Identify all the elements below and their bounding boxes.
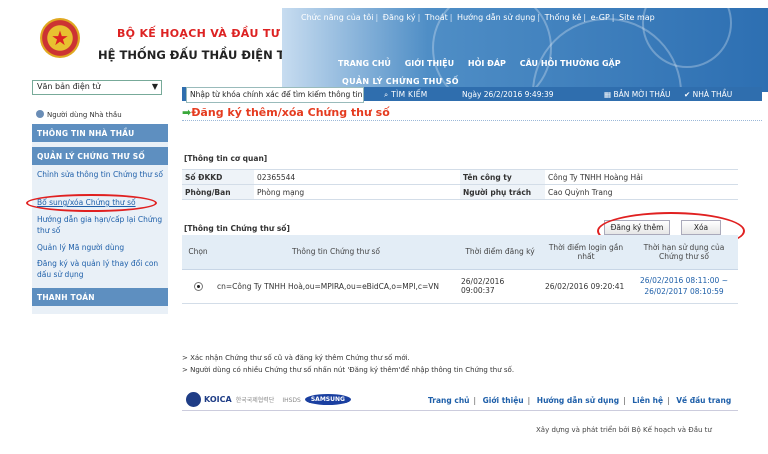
col-select: Chọn	[182, 235, 214, 270]
registered-cell: 26/02/2016 09:00:37	[458, 269, 542, 304]
divider	[182, 120, 762, 121]
search-button-label: TÌM KIẾM	[391, 90, 428, 99]
note-line: > Người dùng có nhiều Chứng thư số nhấn …	[182, 366, 515, 374]
national-emblem-icon: ★	[40, 18, 80, 58]
footer-credit: Xây dựng và phát triển bởi Bộ Kế hoạch v…	[536, 426, 712, 434]
main-nav: TRANG CHỦ GIỚI THIỆU HỎI ĐÁP CÂU HỎI THƯ…	[338, 59, 632, 73]
user-icon	[36, 110, 44, 118]
document-select-value: Văn bản điện tử	[37, 82, 101, 91]
search-button[interactable]: ⌕ TÌM KIẾM	[384, 90, 428, 100]
nav-about[interactable]: GIỚI THIỆU	[405, 59, 454, 68]
arrow-right-icon: ➡	[182, 106, 192, 119]
bidder-icon: ✔	[684, 90, 693, 99]
sub-nav[interactable]: QUẢN LÝ CHỨNG THƯ SỐ	[342, 77, 459, 86]
menu-statistics[interactable]: Thống kê	[545, 13, 582, 22]
person-value: Cao Quỳnh Trang	[545, 184, 738, 200]
menu-user-guide[interactable]: Hướng dẫn sử dụng	[457, 13, 535, 22]
current-datetime: Ngày 26/2/2016 9:49:39	[462, 90, 554, 99]
company-label: Tên công ty	[460, 169, 545, 185]
ihsds-logo: IHSDS	[282, 397, 301, 404]
footer-link-contact[interactable]: Liên hệ	[632, 396, 663, 405]
nav-faq[interactable]: CÂU HỎI THƯỜNG GẶP	[520, 59, 621, 68]
last-login-cell: 26/02/2016 09:20:41	[542, 269, 630, 304]
system-name: HỆ THỐNG ĐẤU THẦU ĐIỆN TỬ	[98, 48, 295, 62]
koica-logo-text: KOICA	[204, 395, 232, 404]
cert-radio[interactable]	[193, 281, 203, 291]
col-last-login: Thời điểm login gần nhất	[542, 235, 630, 270]
select-cell	[182, 269, 214, 304]
menu-my-functions[interactable]: Chức năng của tôi	[301, 13, 374, 22]
footer-link-home[interactable]: Trang chủ	[428, 396, 470, 405]
footer-link-top[interactable]: Về đầu trang	[676, 396, 731, 405]
footer-link-about[interactable]: Giới thiệu	[483, 396, 524, 405]
new-bid-label: BẢN MỜI THẦU	[613, 90, 671, 99]
so-dkkd-value: 02365544	[254, 169, 460, 185]
menu-sitemap[interactable]: Site map	[619, 13, 655, 22]
col-cert-info: Thông tin Chứng thư số	[214, 235, 458, 270]
menu-logout[interactable]: Thoát	[425, 13, 448, 22]
footer-links: Trang chủ | Giới thiệu | Hướng dẫn sử dụng…	[428, 396, 732, 405]
sidebar-section-bidder-info[interactable]: THÔNG TIN NHÀ THẦU	[32, 124, 168, 142]
sidebar-item-edit-cert[interactable]: Chỉnh sửa thông tin Chứng thư số	[37, 169, 165, 180]
sidebar-item-seal[interactable]: Đăng ký và quản lý thay đổi con dấu sử d…	[37, 258, 165, 280]
annotation-circle	[26, 194, 157, 212]
partner-logos: KOICA 한국국제협력단 IHSDS SAMSUNG	[186, 392, 351, 407]
cert-table: Chọn Thông tin Chứng thư số Thời điểm đă…	[182, 235, 738, 304]
sidebar-item-renew-guide[interactable]: Hướng dẫn gia hạn/cấp lại Chứng thư số	[37, 214, 165, 236]
note-line: > Xác nhận Chứng thư số cũ và đăng ký th…	[182, 354, 410, 362]
koica-subtext: 한국국제협력단	[235, 397, 275, 404]
chevron-down-icon: ▼	[151, 82, 158, 91]
ministry-name: BỘ KẾ HOẠCH VÀ ĐẦU TƯ	[117, 27, 281, 40]
samsung-logo: SAMSUNG	[304, 394, 351, 405]
validity-cell: 26/02/2016 08:11:00 ~ 26/02/2017 08:10:5…	[630, 269, 738, 304]
menu-register[interactable]: Đăng ký	[383, 13, 416, 22]
footer-link-guide[interactable]: Hướng dẫn sử dụng	[537, 396, 619, 405]
table-row: cn=Công Ty TNHH Hoà,ou=MPIRA,ou=eBidCA,o…	[182, 269, 738, 304]
page-title: ➡Đăng ký thêm/xóa Chứng thư số	[182, 106, 390, 119]
search-input[interactable]: Nhập từ khóa chính xác để tìm kiếm thông…	[186, 87, 364, 103]
nav-home[interactable]: TRANG CHỦ	[338, 59, 391, 68]
notes: > Xác nhận Chứng thư số cũ và đăng ký th…	[182, 352, 738, 376]
nav-qa[interactable]: HỎI ĐÁP	[468, 59, 506, 68]
bidder-link[interactable]: ✔ NHÀ THẦU	[684, 90, 732, 99]
col-validity: Thời hạn sử dụng của Chứng thư số	[630, 235, 738, 270]
sidebar-section-cert-management[interactable]: QUẢN LÝ CHỨNG THƯ SỐ	[32, 147, 168, 165]
sidebar-section-payment[interactable]: THANH TOÁN	[32, 288, 168, 306]
new-bid-link[interactable]: ▦ BẢN MỜI THẦU	[604, 90, 671, 99]
menu-egp[interactable]: e-GP	[591, 13, 610, 22]
cert-section-label: [Thông tin Chứng thư số]	[184, 224, 290, 233]
footer-divider	[182, 410, 738, 411]
org-section-label: [Thông tin cơ quan]	[184, 154, 268, 163]
so-dkkd-label: Số ĐKKD	[182, 169, 254, 185]
top-menu: Chức năng của tôi | Đăng ký | Thoát | Hướng…	[301, 13, 655, 22]
user-role-label: Người dùng Nhà thầu	[47, 111, 122, 119]
company-value: Công Ty TNHH Hoàng Hải	[545, 169, 738, 185]
koica-logo	[186, 392, 201, 407]
page: ★ BỘ KẾ HOẠCH VÀ ĐẦU TƯ HỆ THỐNG ĐẤU THẦ…	[0, 0, 768, 454]
sidebar-item-user-code[interactable]: Quản lý Mã người dùng	[37, 242, 165, 253]
page-title-text: Đăng ký thêm/xóa Chứng thư số	[191, 106, 390, 119]
org-info-table: Số ĐKKD 02365544 Tên công ty Công Ty TNH…	[182, 169, 738, 200]
col-registered: Thời điểm đăng ký	[458, 235, 542, 270]
dept-value: Phòng mạng	[254, 184, 460, 200]
dept-label: Phòng/Ban	[182, 184, 254, 200]
cert-info-cell: cn=Công Ty TNHH Hoà,ou=MPIRA,ou=eBidCA,o…	[214, 269, 458, 304]
person-label: Người phụ trách	[460, 184, 545, 200]
user-role: Người dùng Nhà thầu	[36, 110, 122, 119]
bidder-label: NHÀ THẦU	[692, 90, 733, 99]
document-select[interactable]: Văn bản điện tử ▼	[32, 80, 162, 95]
